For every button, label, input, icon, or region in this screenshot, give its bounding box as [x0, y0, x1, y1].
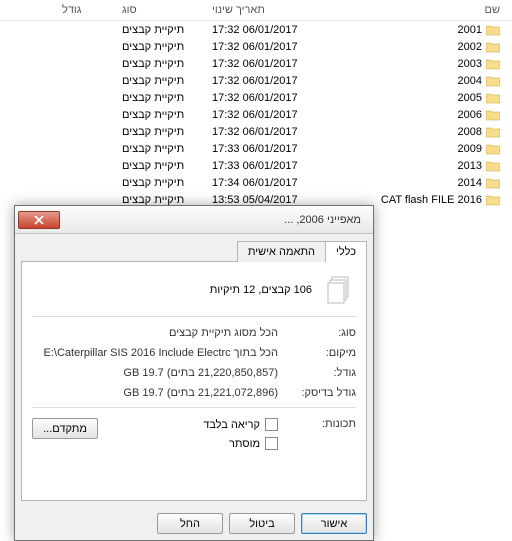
- table-row[interactable]: 2002 06/01/2017 17:32תיקיית קבצים: [0, 38, 512, 55]
- dialog-buttons: אישור ביטול החל: [15, 507, 373, 540]
- file-type: תיקיית קבצים: [122, 160, 212, 172]
- folder-icon: [486, 58, 500, 70]
- checkbox-icon: [265, 418, 278, 431]
- file-date: 06/01/2017 17:32: [212, 126, 322, 138]
- folder-icon: [486, 126, 500, 138]
- prop-attr-label: תכונות:: [278, 418, 356, 430]
- file-name: 2001: [458, 24, 482, 36]
- checkbox-icon: [265, 437, 278, 450]
- prop-size-value: (21,220,850,857 בתים) 19.7 GB: [32, 367, 278, 379]
- table-row[interactable]: 2006 06/01/2017 17:32תיקיית קבצים: [0, 106, 512, 123]
- file-type: תיקיית קבצים: [122, 177, 212, 189]
- prop-disk-label: גודל בדיסק:: [278, 387, 356, 399]
- file-type: תיקיית קבצים: [122, 92, 212, 104]
- folder-icon: [486, 92, 500, 104]
- folder-icon: [486, 143, 500, 155]
- table-row[interactable]: 2001 06/01/2017 17:32תיקיית קבצים: [0, 21, 512, 38]
- file-date: 06/01/2017 17:32: [212, 24, 322, 36]
- table-row[interactable]: 2008 06/01/2017 17:32תיקיית קבצים: [0, 123, 512, 140]
- file-type: תיקיית קבצים: [122, 75, 212, 87]
- folder-icon: [486, 75, 500, 87]
- file-date: 06/01/2017 17:32: [212, 41, 322, 53]
- file-name: 2008: [458, 126, 482, 138]
- folder-icon: [486, 194, 500, 206]
- folder-icon: [486, 41, 500, 53]
- folder-icon: [486, 24, 500, 36]
- file-name: 2006: [458, 109, 482, 121]
- file-name: 2005: [458, 92, 482, 104]
- checkbox-hidden[interactable]: מוסתר: [98, 437, 278, 450]
- table-row[interactable]: 2004 06/01/2017 17:32תיקיית קבצים: [0, 72, 512, 89]
- file-type: תיקיית קבצים: [122, 24, 212, 36]
- file-name: 2013: [458, 160, 482, 172]
- checkbox-readonly-label: קריאה בלבד: [203, 419, 260, 431]
- cancel-button[interactable]: ביטול: [229, 513, 295, 534]
- table-row[interactable]: 2009 06/01/2017 17:33תיקיית קבצים: [0, 140, 512, 157]
- prop-type-value: הכל מסוג תיקיית קבצים: [32, 327, 278, 339]
- prop-location-value: הכל בתוך E:\Caterpillar SIS 2016 Include…: [32, 347, 278, 359]
- table-row[interactable]: 2005 06/01/2017 17:32תיקיית קבצים: [0, 89, 512, 106]
- folder-icon: [486, 109, 500, 121]
- file-type: תיקיית קבצים: [122, 41, 212, 53]
- file-date: 06/01/2017 17:33: [212, 160, 322, 172]
- checkbox-readonly[interactable]: קריאה בלבד: [98, 418, 278, 431]
- file-date: 06/01/2017 17:32: [212, 75, 322, 87]
- file-date: 06/01/2017 17:32: [212, 92, 322, 104]
- column-header-name[interactable]: שם: [322, 4, 512, 16]
- tab-panel-general: 106 קבצים, 12 תיקיות סוג:הכל מסוג תיקיית…: [21, 261, 367, 501]
- prop-size-label: גודל:: [278, 367, 356, 379]
- close-button[interactable]: [18, 211, 60, 229]
- file-date: 06/01/2017 17:33: [212, 143, 322, 155]
- dialog-title: מאפייני 2006, ...: [60, 214, 369, 226]
- file-date: 06/01/2017 17:32: [212, 58, 322, 70]
- dialog-tabs: כללי התאמה אישית: [21, 240, 367, 261]
- column-header-type[interactable]: סוג: [122, 4, 212, 16]
- column-header-date[interactable]: תאריך שינוי: [212, 4, 322, 16]
- column-header-size[interactable]: גודל: [42, 4, 122, 16]
- file-name: 2004: [458, 75, 482, 87]
- file-name: 2014: [458, 177, 482, 189]
- table-row[interactable]: 2014 06/01/2017 17:34תיקיית קבצים: [0, 174, 512, 191]
- file-type: תיקיית קבצים: [122, 109, 212, 121]
- checkbox-hidden-label: מוסתר: [229, 438, 260, 450]
- file-type: תיקיית קבצים: [122, 126, 212, 138]
- summary-text: 106 קבצים, 12 תיקיות: [210, 284, 312, 296]
- file-list-header: שם תאריך שינוי סוג גודל: [0, 0, 512, 21]
- prop-disk-value: (21,221,072,896 בתים) 19.7 GB: [32, 387, 278, 399]
- file-name: 2016 CAT flash FILE: [381, 194, 482, 206]
- dialog-titlebar[interactable]: מאפייני 2006, ...: [15, 206, 373, 234]
- file-name: 2003: [458, 58, 482, 70]
- table-row[interactable]: 2013 06/01/2017 17:33תיקיית קבצים: [0, 157, 512, 174]
- file-date: 06/01/2017 17:34: [212, 177, 322, 189]
- close-icon: [34, 215, 44, 225]
- multi-file-icon: [324, 274, 356, 306]
- properties-dialog: מאפייני 2006, ... כללי התאמה אישית 106 ק…: [14, 205, 374, 541]
- file-name: 2002: [458, 41, 482, 53]
- apply-button[interactable]: החל: [157, 513, 223, 534]
- advanced-button[interactable]: מתקדם...: [32, 418, 98, 439]
- file-type: תיקיית קבצים: [122, 143, 212, 155]
- folder-icon: [486, 160, 500, 172]
- file-type: תיקיית קבצים: [122, 194, 212, 206]
- table-row[interactable]: 2003 06/01/2017 17:32תיקיית קבצים: [0, 55, 512, 72]
- prop-type-label: סוג:: [278, 327, 356, 339]
- file-date: 06/01/2017 17:32: [212, 109, 322, 121]
- file-list: שם תאריך שינוי סוג גודל 2001 06/01/2017 1…: [0, 0, 512, 208]
- tab-general[interactable]: כללי: [325, 241, 367, 262]
- file-type: תיקיית קבצים: [122, 58, 212, 70]
- prop-location-label: מיקום:: [278, 347, 356, 359]
- ok-button[interactable]: אישור: [301, 513, 367, 534]
- file-date: 05/04/2017 13:53: [212, 194, 322, 206]
- file-name: 2009: [458, 143, 482, 155]
- tab-custom[interactable]: התאמה אישית: [237, 241, 326, 262]
- folder-icon: [486, 177, 500, 189]
